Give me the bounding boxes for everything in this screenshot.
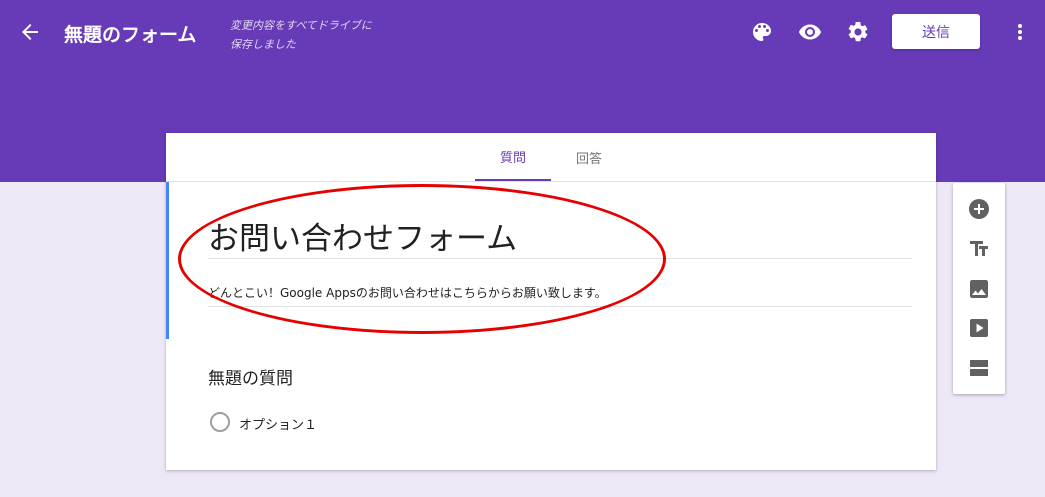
form-description-input[interactable]: どんとこい！Google Appsのお問い合わせはこちらからお願い致します。 (208, 284, 607, 301)
preview-eye-icon[interactable] (798, 20, 822, 44)
back-arrow-icon[interactable] (18, 20, 42, 44)
active-section-indicator (166, 182, 169, 339)
tab-questions[interactable]: 質問 (475, 133, 551, 181)
add-circle-icon[interactable] (967, 197, 991, 221)
side-toolbar (953, 183, 1005, 394)
save-status: 変更内容をすべてドライブに 保存しました (230, 16, 372, 54)
tab-bar: 質問 回答 (166, 133, 936, 182)
form-card: 質問 回答 お問い合わせフォーム どんとこい！Google Appsのお問い合わ… (166, 133, 936, 470)
section-icon[interactable] (967, 356, 991, 380)
palette-icon[interactable] (750, 20, 774, 44)
radio-option[interactable] (210, 412, 230, 432)
option-label[interactable]: オプション１ (239, 414, 317, 433)
title-text-icon[interactable] (967, 237, 991, 261)
divider (208, 258, 912, 259)
form-title-input[interactable]: お問い合わせフォーム (208, 213, 517, 258)
image-icon[interactable] (967, 277, 991, 301)
tab-responses[interactable]: 回答 (551, 133, 627, 181)
form-title-header[interactable]: 無題のフォーム (64, 20, 196, 47)
save-status-line1: 変更内容をすべてドライブに (230, 19, 372, 32)
settings-gear-icon[interactable] (846, 20, 870, 44)
divider (208, 306, 912, 307)
send-button[interactable]: 送信 (892, 14, 980, 49)
question-title[interactable]: 無題の質問 (208, 364, 293, 389)
video-icon[interactable] (967, 316, 991, 340)
save-status-line2: 保存しました (230, 38, 296, 51)
more-vert-icon[interactable] (1008, 20, 1032, 44)
